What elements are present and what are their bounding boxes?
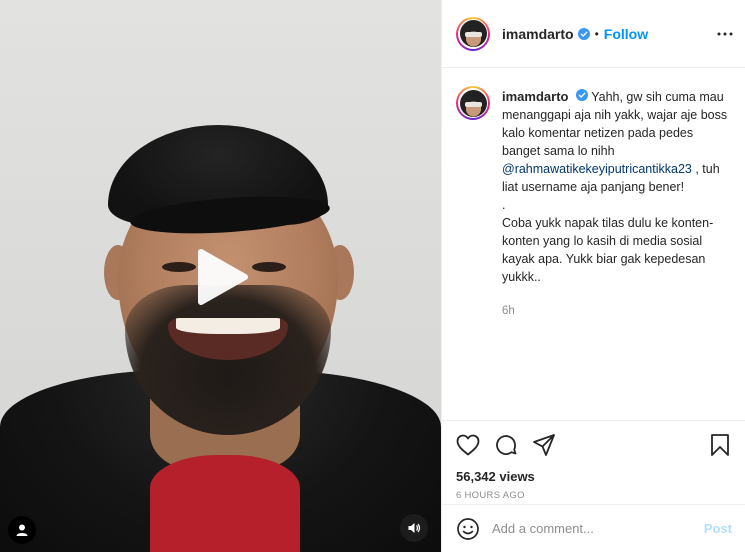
video-frame-shirt	[150, 455, 300, 552]
caption-area: imamdarto Yahh, gw sih cuma mau menangga…	[442, 68, 745, 420]
share-icon[interactable]	[532, 433, 556, 457]
mention-link[interactable]: @rahmawatikekeyiputricantikka23	[502, 162, 692, 176]
caption-paragraph-2: Coba yukk napak tilas dulu ke konten-kon…	[502, 216, 714, 284]
comment-bar: Post	[442, 504, 745, 552]
post-comment-button[interactable]: Post	[704, 521, 732, 536]
emoji-icon[interactable]	[456, 517, 480, 541]
user-badge-icon[interactable]	[8, 516, 36, 544]
view-count[interactable]: 56,342 views	[442, 468, 745, 486]
caption-timestamp[interactable]: 6h	[502, 302, 731, 320]
post-side-panel: imamdarto • Follow imamdarto Yahh, gw si…	[441, 0, 745, 552]
comment-input[interactable]	[492, 521, 692, 536]
comment-icon[interactable]	[494, 433, 518, 457]
bookmark-icon[interactable]	[709, 433, 731, 457]
post-header: imamdarto • Follow	[442, 0, 745, 68]
post-timestamp[interactable]: 6 HOURS AGO	[442, 488, 745, 504]
caption-text: imamdarto Yahh, gw sih cuma mau menangga…	[502, 86, 731, 420]
username-link[interactable]: imamdarto	[502, 26, 574, 42]
sound-icon[interactable]	[400, 514, 428, 542]
video-player[interactable]	[0, 0, 441, 552]
more-horizontal-icon[interactable]	[717, 32, 733, 36]
play-icon[interactable]	[187, 244, 253, 310]
caption-username-link[interactable]: imamdarto	[502, 89, 568, 104]
heart-icon[interactable]	[456, 434, 480, 456]
action-bar	[442, 420, 745, 468]
separator-dot: •	[594, 26, 599, 41]
avatar[interactable]	[456, 16, 490, 51]
verified-badge-icon	[575, 89, 588, 101]
follow-button[interactable]: Follow	[604, 26, 648, 42]
verified-badge-icon	[577, 27, 590, 40]
caption-dot-line: .	[502, 198, 506, 212]
caption-avatar[interactable]	[456, 86, 490, 120]
video-frame-eye-right	[252, 262, 286, 272]
